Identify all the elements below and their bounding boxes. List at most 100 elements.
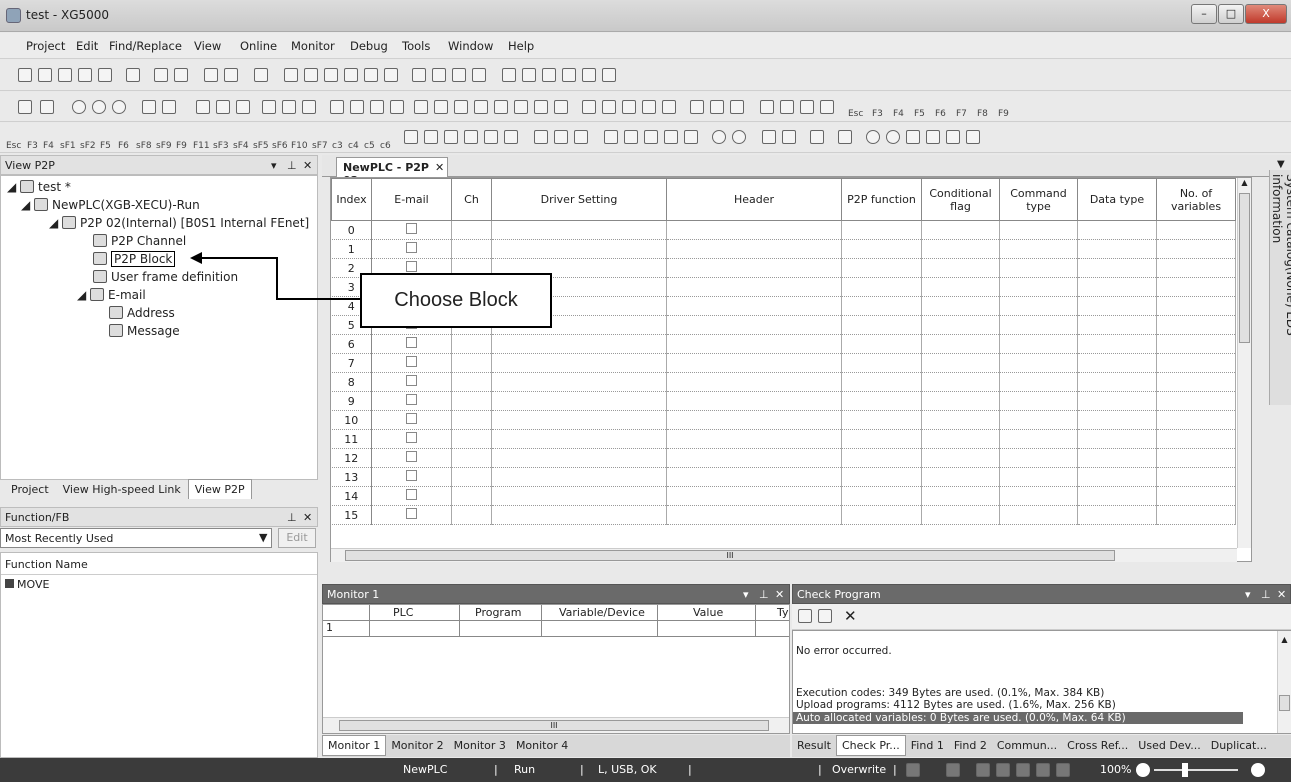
view5-icon[interactable] (624, 130, 638, 144)
grid-cell[interactable] (1077, 448, 1157, 468)
table-row[interactable]: 7 (331, 353, 1236, 373)
table-row[interactable]: 6 (331, 334, 1236, 354)
grid-cell[interactable] (999, 391, 1078, 411)
house-icon[interactable] (906, 130, 920, 144)
scroll-thumb[interactable]: III (339, 720, 769, 731)
check-icon[interactable] (798, 609, 812, 623)
grid-cell[interactable] (491, 410, 667, 430)
grid-cell[interactable] (921, 277, 1000, 297)
email-cell[interactable] (371, 410, 452, 430)
grid-cell[interactable] (451, 334, 492, 354)
tab-list-icon[interactable]: ▼ (1277, 159, 1285, 170)
email-checkbox[interactable] (406, 413, 417, 424)
grid-cell[interactable] (491, 505, 667, 525)
grid-cell[interactable] (1156, 334, 1236, 354)
bracket4-icon[interactable] (642, 100, 656, 114)
grid-cell[interactable] (491, 448, 667, 468)
menu-help[interactable]: Help (508, 39, 534, 53)
zoom-slider[interactable] (1154, 769, 1238, 771)
scroll-thumb[interactable]: III (345, 550, 1115, 561)
panel-close-icon[interactable]: ✕ (1277, 588, 1286, 601)
email-checkbox[interactable] (406, 489, 417, 500)
house4-icon[interactable] (966, 130, 980, 144)
grid-cell[interactable] (841, 258, 922, 278)
grid-cell[interactable] (666, 277, 842, 297)
grid-cell[interactable] (1156, 410, 1236, 430)
tab-result[interactable]: Result (792, 736, 836, 755)
tab-check-program[interactable]: Check Pr... (836, 735, 906, 756)
tab-cross-reference[interactable]: Cross Ref... (1062, 736, 1133, 755)
panel-close-icon[interactable]: ✕ (775, 588, 784, 601)
grid-cell[interactable] (491, 372, 667, 392)
network-icon[interactable] (216, 100, 230, 114)
function-filter-select[interactable]: Most Recently Used ▼ (0, 528, 272, 548)
open-project-icon[interactable] (58, 68, 72, 82)
email-cell[interactable] (371, 429, 452, 449)
email-cell[interactable] (371, 467, 452, 487)
grid-cell[interactable] (1077, 315, 1157, 335)
grid-cell[interactable] (666, 315, 842, 335)
grid-cell[interactable] (1077, 220, 1157, 240)
grid-cell[interactable] (999, 372, 1078, 392)
play-icon[interactable] (72, 100, 86, 114)
window7-icon[interactable] (454, 100, 468, 114)
grid-cell[interactable] (999, 410, 1078, 430)
param-icon[interactable] (302, 100, 316, 114)
insert-row-icon[interactable] (412, 68, 426, 82)
cut-icon[interactable] (324, 68, 338, 82)
function-item[interactable]: MOVE (1, 575, 317, 594)
grid-cell[interactable] (921, 372, 1000, 392)
grid-cell[interactable] (841, 505, 922, 525)
tab-monitor-4[interactable]: Monitor 4 (511, 736, 573, 755)
block5-icon[interactable] (484, 130, 498, 144)
grid-cell[interactable] (1077, 239, 1157, 259)
tab-find-1[interactable]: Find 1 (906, 736, 949, 755)
grid-cell[interactable] (491, 429, 667, 449)
grid-cell[interactable] (1156, 372, 1236, 392)
menu-window[interactable]: Window (448, 39, 493, 53)
grid-cell[interactable] (451, 410, 492, 430)
bracket6-icon[interactable] (690, 100, 704, 114)
dropdown-icon[interactable]: ▾ (743, 588, 749, 601)
table-row[interactable]: 14 (331, 486, 1236, 506)
grid-cell[interactable] (666, 391, 842, 411)
grid-cell[interactable] (841, 220, 922, 240)
circle-icon[interactable] (866, 130, 880, 144)
menu-project[interactable]: Project (26, 39, 65, 53)
side-tabs[interactable]: System catalog(None) EDS information (1270, 170, 1291, 405)
bracket10-icon[interactable] (780, 100, 794, 114)
grid-cell[interactable] (841, 277, 922, 297)
check-vertical-scrollbar[interactable]: ▲ (1277, 631, 1291, 733)
grid-cell[interactable] (841, 448, 922, 468)
disconnect-icon[interactable] (174, 68, 188, 82)
new-file-icon[interactable] (18, 68, 32, 82)
grid-cell[interactable] (1156, 277, 1236, 297)
tab-view-high-speed-link[interactable]: View High-speed Link (56, 479, 188, 500)
maximize-button[interactable]: □ (1218, 4, 1244, 24)
grid-cell[interactable] (921, 334, 1000, 354)
email-checkbox[interactable] (406, 375, 417, 386)
grid-cell[interactable] (841, 429, 922, 449)
email-checkbox[interactable] (406, 451, 417, 462)
settings-icon[interactable] (236, 100, 250, 114)
grid-cell[interactable] (1077, 353, 1157, 373)
grid-cell[interactable] (999, 239, 1078, 259)
grid-cell[interactable] (921, 467, 1000, 487)
grid-cell[interactable] (451, 239, 492, 259)
grid-cell[interactable] (841, 296, 922, 316)
bracket8-icon[interactable] (730, 100, 744, 114)
grid-cell[interactable] (1156, 315, 1236, 335)
clipboard-icon[interactable] (126, 68, 140, 82)
house2-icon[interactable] (926, 130, 940, 144)
bracket12-icon[interactable] (820, 100, 834, 114)
minimize-button[interactable]: – (1191, 4, 1217, 24)
comment2-icon[interactable] (782, 130, 796, 144)
copy-icon[interactable] (344, 68, 358, 82)
window10-icon[interactable] (514, 100, 528, 114)
close-button[interactable]: X (1245, 4, 1287, 24)
email-checkbox[interactable] (406, 242, 417, 253)
block4-icon[interactable] (464, 130, 478, 144)
tab-monitor-3[interactable]: Monitor 3 (449, 736, 511, 755)
grid-cell[interactable] (921, 258, 1000, 278)
diagnosis-icon[interactable] (196, 100, 210, 114)
